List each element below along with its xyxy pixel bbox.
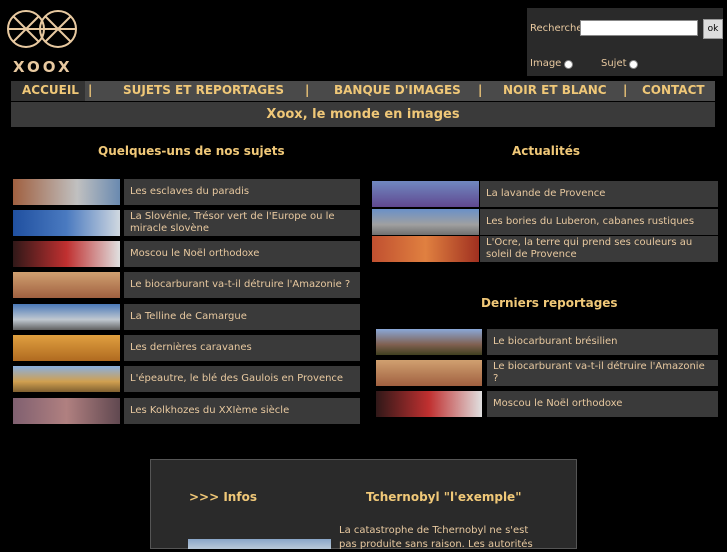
thumbnail[interactable] [372, 236, 479, 262]
list-item-label[interactable]: L'épeautre, le blé des Gaulois en Proven… [124, 366, 360, 392]
list-item-label[interactable]: La Telline de Camargue [124, 304, 360, 330]
nav-item-accueil[interactable]: ACCUEIL [22, 83, 79, 97]
nav-item-banque[interactable]: BANQUE D'IMAGES [334, 83, 461, 97]
list-item-label[interactable]: Le biocarburant va-t-il détruire l'Amazo… [487, 360, 718, 386]
infos-text: La catastrophe de Tchernobyl ne s'est pa… [339, 525, 533, 550]
list-item-label[interactable]: La lavande de Provence [480, 181, 718, 207]
list-item-label[interactable]: L'Ocre, la terre qui prend ses couleurs … [480, 236, 718, 262]
list-item-label[interactable]: Moscou le Noël orthodoxe [124, 241, 360, 267]
search-label: Recherche [530, 23, 583, 34]
thumbnail[interactable] [13, 179, 120, 205]
reportages-title: Derniers reportages [481, 296, 618, 310]
search-ok-button[interactable]: ok [703, 19, 723, 39]
list-item-label[interactable]: Les bories du Luberon, cabanes rustiques [480, 209, 718, 235]
list-item-label[interactable]: Le biocarburant brésilien [487, 329, 718, 355]
nav-separator: | [478, 83, 483, 97]
infos-heading[interactable]: Tchernobyl "l'exemple" [366, 490, 521, 504]
radio-image[interactable] [564, 60, 573, 69]
nav-separator: | [623, 83, 628, 97]
thumbnail[interactable] [13, 241, 120, 267]
logo-text: XOOX [13, 58, 73, 76]
infos-panel: >>> Infos Tchernobyl "l'exemple" La cata… [150, 459, 577, 550]
site-banner: Xoox, le monde en images [11, 102, 715, 127]
main-nav: ACCUEIL | SUJETS ET REPORTAGES | BANQUE … [11, 81, 715, 101]
list-item-label[interactable]: Les Kolkhozes du XXIème siècle [124, 398, 360, 424]
list-item-label[interactable]: Moscou le Noël orthodoxe [487, 391, 718, 417]
list-item-label[interactable]: La Slovénie, Trésor vert de l'Europe ou … [124, 210, 360, 236]
nav-separator: | [305, 83, 310, 97]
radio-sujet-label: Sujet [601, 58, 627, 69]
list-item-label[interactable]: Les dernières caravanes [124, 335, 360, 361]
infos-image[interactable] [188, 539, 331, 549]
nav-item-contact[interactable]: CONTACT [642, 83, 705, 97]
radio-image-label: Image [530, 58, 562, 69]
nav-item-sujets[interactable]: SUJETS ET REPORTAGES [123, 83, 284, 97]
sujets-title: Quelques-uns de nos sujets [98, 144, 285, 158]
list-item-label[interactable]: Le biocarburant va-t-il détruire l'Amazo… [124, 272, 360, 298]
actualites-title: Actualités [512, 144, 581, 158]
thumbnail[interactable] [376, 391, 482, 417]
logo-circles-icon [7, 10, 77, 48]
nav-item-noir-et-blanc[interactable]: NOIR ET BLANC [503, 83, 607, 97]
radio-sujet[interactable] [629, 60, 638, 69]
thumbnail[interactable] [13, 398, 120, 424]
thumbnail[interactable] [13, 335, 120, 361]
infos-title: >>> Infos [189, 490, 257, 504]
search-input[interactable] [580, 20, 698, 36]
search-panel: Recherche ok Image Sujet [527, 8, 723, 76]
thumbnail[interactable] [372, 181, 479, 207]
thumbnail[interactable] [13, 366, 120, 392]
thumbnail[interactable] [13, 272, 120, 298]
nav-separator: | [88, 83, 93, 97]
thumbnail[interactable] [372, 209, 479, 235]
thumbnail[interactable] [376, 329, 482, 355]
thumbnail[interactable] [13, 304, 120, 330]
thumbnail[interactable] [13, 210, 120, 236]
list-item-label[interactable]: Les esclaves du paradis [124, 179, 360, 205]
thumbnail[interactable] [376, 360, 482, 386]
